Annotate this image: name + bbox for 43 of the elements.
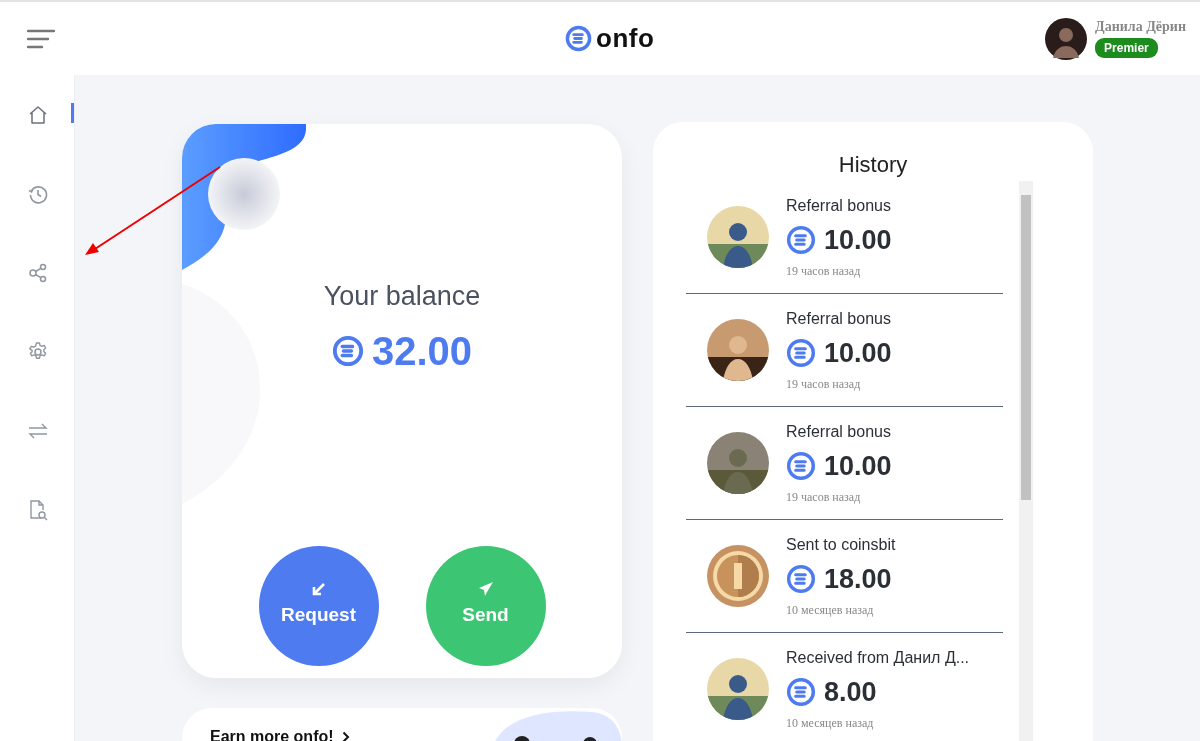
user-avatar[interactable]	[1045, 17, 1088, 60]
scrollbar[interactable]	[1019, 181, 1033, 741]
transaction-title: Referral bonus	[786, 195, 892, 216]
balance-label: Your balance	[323, 280, 481, 313]
transaction-time: 19 часов назад	[786, 263, 862, 281]
paper-plane-icon	[477, 581, 494, 598]
history-item[interactable]: Referral bonus 10.00 19 часов назад	[686, 294, 1003, 407]
request-button[interactable]: Request	[258, 545, 379, 666]
transaction-time: 19 часов назад	[786, 376, 862, 394]
arrow-down-left-icon	[310, 581, 327, 598]
transaction-amount: 10.00	[824, 449, 892, 483]
currency-icon	[331, 334, 364, 367]
currency-icon	[786, 451, 816, 481]
transaction-title: Sent to coinsbit	[786, 534, 896, 555]
currency-icon	[786, 564, 816, 594]
transaction-time: 10 месяцев назад	[786, 715, 875, 733]
transaction-time: 10 месяцев назад	[786, 602, 875, 620]
history-item[interactable]: Sent to coinsbit 18.00 10 месяцев назад	[686, 520, 1003, 633]
premium-badge: Premier	[1095, 38, 1158, 59]
currency-icon	[786, 677, 816, 707]
user-name: Данила Дёрин	[1095, 18, 1186, 35]
transaction-title: Received from Данил Д...	[786, 647, 970, 668]
menu-icon[interactable]	[27, 28, 55, 49]
history-title: History	[837, 151, 909, 179]
currency-icon	[786, 225, 816, 255]
coin-icon	[707, 545, 769, 607]
transaction-amount: 10.00	[824, 336, 892, 370]
transaction-amount: 10.00	[824, 223, 892, 257]
balance-amount: 32.00	[371, 327, 473, 375]
currency-icon	[786, 338, 816, 368]
history-item[interactable]: Referral bonus 10.00 19 часов назад	[686, 407, 1003, 520]
transaction-title: Referral bonus	[786, 421, 892, 442]
transaction-amount: 8.00	[824, 675, 877, 709]
scrollbar-thumb[interactable]	[1021, 195, 1031, 500]
logo-text: onfo	[596, 22, 655, 55]
chevron-right-icon	[341, 731, 350, 741]
history-item[interactable]: Received from Данил Д... 8.00 10 месяцев назад	[686, 633, 1003, 741]
logo-icon	[565, 25, 592, 52]
transaction-time: 19 часов назад	[786, 489, 862, 507]
transaction-amount: 18.00	[824, 562, 892, 596]
share-icon[interactable]	[26, 261, 49, 284]
transaction-title: Referral bonus	[786, 308, 892, 329]
history-item[interactable]: Referral bonus 10.00 19 часов назад	[686, 181, 1003, 294]
